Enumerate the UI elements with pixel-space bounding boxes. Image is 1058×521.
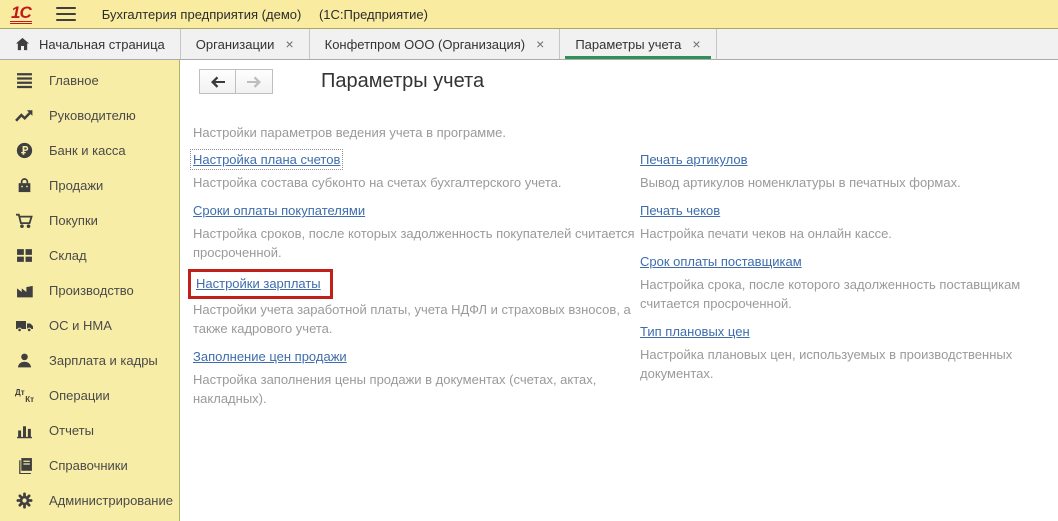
customer-payment-terms-link[interactable]: Сроки оплаты покупателями bbox=[193, 203, 365, 218]
sidebar-item-directories[interactable]: Справочники bbox=[0, 448, 179, 483]
settings-column-left: Настройка плана счетов Настройка состава… bbox=[193, 152, 640, 419]
sidebar-item-label: Банк и касса bbox=[49, 143, 126, 158]
app-title: Бухгалтерия предприятия (демо) bbox=[102, 7, 302, 22]
sidebar-item-label: Производство bbox=[49, 283, 134, 298]
tab-label: Организации bbox=[196, 37, 275, 52]
platform-title: (1С:Предприятие) bbox=[319, 7, 428, 22]
ruble-coin-icon bbox=[15, 141, 34, 160]
arrow-right-icon bbox=[246, 76, 262, 88]
person-icon bbox=[15, 351, 34, 370]
back-button[interactable] bbox=[199, 69, 236, 94]
setting-sales-price-fill: Заполнение цен продажи Настройка заполне… bbox=[193, 349, 640, 408]
tab-accounting-parameters[interactable]: Параметры учета × bbox=[560, 29, 716, 59]
sidebar-item-bank-and-cash[interactable]: Банк и касса bbox=[0, 133, 179, 168]
tab-organizations[interactable]: Организации × bbox=[181, 29, 310, 59]
sidebar-item-salary-hr[interactable]: Зарплата и кадры bbox=[0, 343, 179, 378]
sidebar-item-operations[interactable]: ДтКт Операции bbox=[0, 378, 179, 413]
home-icon bbox=[15, 37, 30, 51]
sidebar-item-fixed-assets[interactable]: ОС и НМА bbox=[0, 308, 179, 343]
tab-konfetprom-organization[interactable]: Конфетпром ООО (Организация) × bbox=[310, 29, 561, 59]
setting-print-articles: Печать артикулов Вывод артикулов номенкл… bbox=[640, 152, 1058, 192]
setting-customer-payment-terms: Сроки оплаты покупателями Настройка срок… bbox=[193, 203, 640, 262]
page-title: Параметры учета bbox=[321, 70, 484, 93]
title-bar: 1С Бухгалтерия предприятия (демо) (1С:Пр… bbox=[0, 0, 1058, 28]
sidebar-item-label: Продажи bbox=[49, 178, 103, 193]
sidebar-item-administration[interactable]: Администрирование bbox=[0, 483, 179, 518]
chart-of-accounts-link[interactable]: Настройка плана счетов bbox=[193, 152, 340, 167]
sales-price-fill-link[interactable]: Заполнение цен продажи bbox=[193, 349, 347, 364]
sidebar-item-label: Операции bbox=[49, 388, 110, 403]
bag-icon bbox=[15, 176, 34, 195]
sidebar-item-sales[interactable]: Продажи bbox=[0, 168, 179, 203]
content-area: Параметры учета Настройки параметров вед… bbox=[180, 60, 1058, 521]
close-icon[interactable]: × bbox=[285, 37, 293, 51]
arrow-left-icon bbox=[210, 76, 226, 88]
sidebar-item-main[interactable]: Главное bbox=[0, 63, 179, 98]
supplier-payment-terms-link[interactable]: Срок оплаты поставщикам bbox=[640, 254, 802, 269]
hamburger-icon[interactable] bbox=[56, 7, 76, 21]
close-icon[interactable]: × bbox=[536, 37, 544, 51]
main-menu-icon bbox=[15, 71, 34, 90]
sidebar-item-label: Администрирование bbox=[49, 493, 173, 508]
setting-description: Настройка печати чеков на онлайн кассе. bbox=[640, 224, 1058, 243]
sidebar-item-reports[interactable]: Отчеты bbox=[0, 413, 179, 448]
tab-bar: Начальная страница Организации × Конфетп… bbox=[0, 28, 1058, 60]
setting-description: Настройка состава субконто на счетах бух… bbox=[193, 173, 640, 192]
tab-label: Конфетпром ООО (Организация) bbox=[325, 37, 526, 52]
books-icon bbox=[15, 456, 34, 475]
sidebar-item-purchases[interactable]: Покупки bbox=[0, 203, 179, 238]
forward-button[interactable] bbox=[236, 69, 273, 94]
tab-label: Параметры учета bbox=[575, 37, 681, 52]
settings-column-right: Печать артикулов Вывод артикулов номенкл… bbox=[640, 152, 1058, 419]
sidebar-item-label: ОС и НМА bbox=[49, 318, 112, 333]
planned-price-type-link[interactable]: Тип плановых цен bbox=[640, 324, 750, 339]
sidebar-item-production[interactable]: Производство bbox=[0, 273, 179, 308]
sidebar-item-label: Главное bbox=[49, 73, 99, 88]
sidebar-item-label: Зарплата и кадры bbox=[49, 353, 158, 368]
sidebar-item-label: Руководителю bbox=[49, 108, 136, 123]
window-title: Бухгалтерия предприятия (демо) (1С:Предп… bbox=[102, 7, 428, 22]
salary-settings-link[interactable]: Настройки зарплаты bbox=[188, 269, 333, 299]
trend-chart-icon bbox=[15, 106, 34, 125]
section-sidebar: Главное Руководителю Банк и касса Продаж… bbox=[0, 60, 180, 521]
sidebar-item-label: Склад bbox=[49, 248, 87, 263]
setting-print-receipts: Печать чеков Настройка печати чеков на о… bbox=[640, 203, 1058, 243]
setting-supplier-payment-terms: Срок оплаты поставщикам Настройка срока,… bbox=[640, 254, 1058, 313]
sidebar-item-label: Отчеты bbox=[49, 423, 94, 438]
sidebar-item-manager[interactable]: Руководителю bbox=[0, 98, 179, 133]
setting-description: Настройка заполнения цены продажи в доку… bbox=[193, 370, 640, 408]
print-articles-link[interactable]: Печать артикулов bbox=[640, 152, 748, 167]
cart-icon bbox=[15, 211, 34, 230]
gear-icon bbox=[15, 491, 34, 510]
setting-salary-settings: Настройки зарплаты Настройки учета зараб… bbox=[193, 273, 640, 338]
setting-description: Настройки учета заработной платы, учета … bbox=[193, 300, 640, 338]
grid-boxes-icon bbox=[15, 246, 34, 265]
truck-icon bbox=[15, 316, 34, 335]
sidebar-item-warehouse[interactable]: Склад bbox=[0, 238, 179, 273]
history-nav bbox=[199, 69, 273, 94]
tab-label: Начальная страница bbox=[39, 37, 165, 52]
bar-chart-icon bbox=[15, 421, 34, 440]
setting-description: Вывод артикулов номенклатуры в печатных … bbox=[640, 173, 1058, 192]
factory-icon bbox=[15, 281, 34, 300]
setting-planned-price-type: Тип плановых цен Настройка плановых цен,… bbox=[640, 324, 1058, 383]
setting-chart-of-accounts: Настройка плана счетов Настройка состава… bbox=[193, 152, 640, 192]
setting-description: Настройка сроков, после которых задолжен… bbox=[193, 224, 640, 262]
1c-logo-icon[interactable]: 1С bbox=[10, 5, 32, 24]
setting-description: Настройка плановых цен, используемых в п… bbox=[640, 345, 1058, 383]
debit-credit-icon: ДтКт bbox=[15, 386, 34, 405]
sidebar-item-label: Справочники bbox=[49, 458, 128, 473]
close-icon[interactable]: × bbox=[692, 37, 700, 51]
page-subtitle: Настройки параметров ведения учета в про… bbox=[193, 125, 1058, 140]
tab-home[interactable]: Начальная страница bbox=[0, 29, 181, 59]
sidebar-item-label: Покупки bbox=[49, 213, 98, 228]
setting-description: Настройка срока, после которого задолжен… bbox=[640, 275, 1058, 313]
print-receipts-link[interactable]: Печать чеков bbox=[640, 203, 720, 218]
